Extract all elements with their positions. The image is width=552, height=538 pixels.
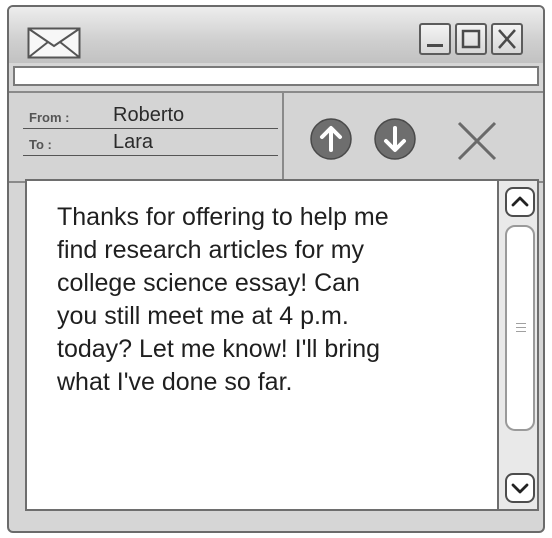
chevron-down-icon <box>511 483 529 494</box>
to-label: To : <box>29 137 52 152</box>
envelope-icon <box>27 27 81 59</box>
message-text: Thanks for offering to help me find rese… <box>57 201 487 399</box>
message-line: college science essay! Can <box>57 269 360 297</box>
header-fields: From : Roberto To : Lara <box>9 93 284 181</box>
message-line: you still meet me at 4 p.m. <box>57 302 349 330</box>
message-header: From : Roberto To : Lara <box>9 91 543 183</box>
close-button[interactable] <box>491 23 523 55</box>
maximize-button[interactable] <box>455 23 487 55</box>
close-icon <box>498 29 516 49</box>
message-line: today? Let me know! I'll bring <box>57 335 380 363</box>
delete-message-button[interactable] <box>455 119 499 163</box>
message-body[interactable]: Thanks for offering to help me find rese… <box>25 179 499 511</box>
previous-message-button[interactable] <box>309 117 353 161</box>
message-line: Thanks for offering to help me <box>57 203 389 231</box>
arrow-up-circle-icon <box>310 118 352 160</box>
message-line: what I've done so far. <box>57 368 293 396</box>
scroll-thumb[interactable] <box>505 225 535 431</box>
maximize-icon <box>461 29 481 49</box>
scroll-down-button[interactable] <box>505 473 535 503</box>
minimize-icon <box>427 44 443 47</box>
to-field: To : Lara <box>23 129 278 156</box>
from-label: From : <box>29 110 70 125</box>
message-line: find research articles for my <box>57 236 365 264</box>
grip-lines-icon <box>516 323 526 333</box>
vertical-scrollbar[interactable] <box>499 179 539 511</box>
arrow-down-circle-icon <box>374 118 416 160</box>
title-bar[interactable] <box>9 7 543 63</box>
email-window: From : Roberto To : Lara Thanks for offe… <box>7 5 545 533</box>
chevron-up-icon <box>511 196 529 207</box>
from-field: From : Roberto <box>23 102 278 129</box>
minimize-button[interactable] <box>419 23 451 55</box>
address-bar[interactable] <box>13 66 539 86</box>
to-value: Lara <box>113 131 154 153</box>
scroll-up-button[interactable] <box>505 187 535 217</box>
next-message-button[interactable] <box>373 117 417 161</box>
from-value: Roberto <box>113 104 185 126</box>
x-icon <box>457 121 497 161</box>
